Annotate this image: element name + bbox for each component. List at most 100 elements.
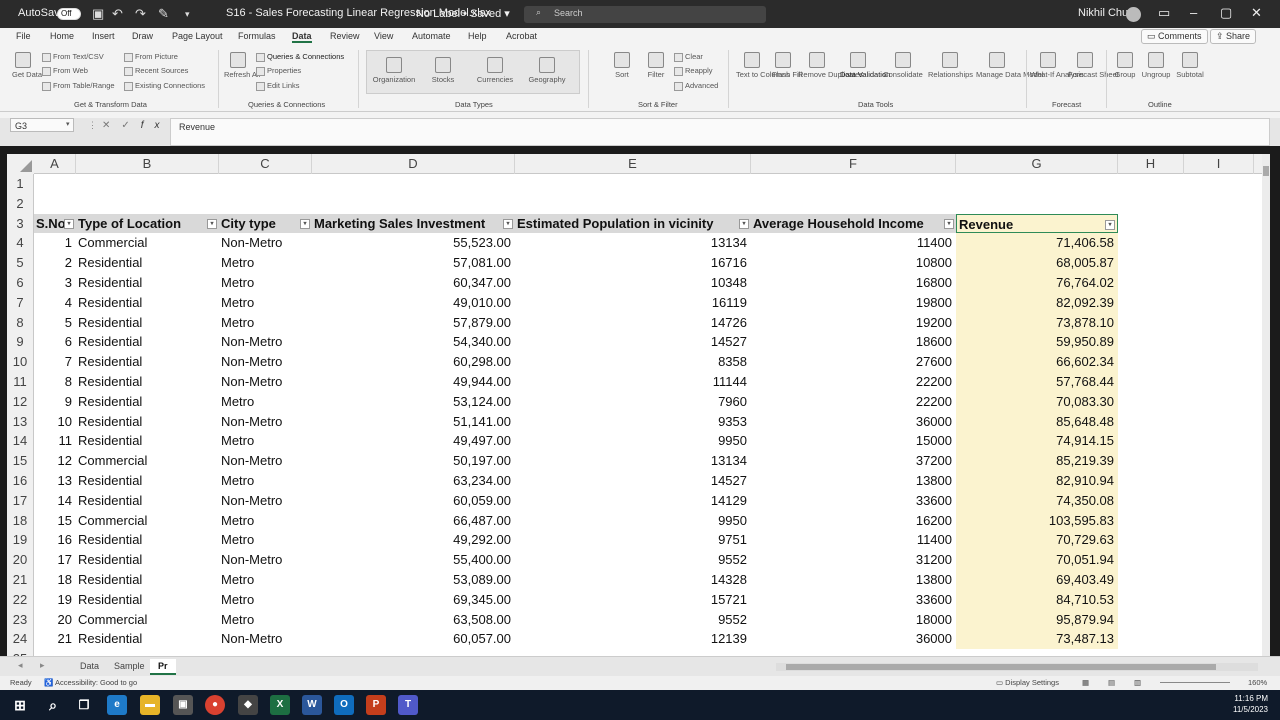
row-header[interactable]: 1 [7, 174, 33, 194]
table-cell[interactable]: Non-Metro [219, 352, 312, 372]
tab-file[interactable]: File [16, 31, 31, 41]
powerpoint-icon[interactable]: P [366, 695, 386, 715]
table-cell[interactable]: 7960 [515, 392, 751, 412]
label-status[interactable]: No Label • Saved [416, 8, 501, 20]
task-view-icon[interactable]: ❐ [74, 695, 94, 715]
normal-view-icon[interactable]: ▦ [1082, 678, 1089, 687]
table-cell[interactable]: 59,950.89 [956, 332, 1118, 353]
table-cell[interactable]: 36000 [751, 629, 956, 649]
table-cell[interactable]: Residential [76, 471, 219, 491]
queries-connections-button[interactable]: Queries & Connections [256, 52, 344, 62]
table-header-cell[interactable]: Average Household Income ▾ [751, 213, 956, 234]
table-cell[interactable]: 22200 [751, 392, 956, 412]
table-cell[interactable]: Metro [219, 570, 312, 590]
accessibility-status[interactable]: ♿ Accessibility: Good to go [44, 678, 137, 687]
consolidate-button[interactable]: Consolidate [882, 52, 924, 79]
teams-icon[interactable]: T [398, 695, 418, 715]
format-painter-icon[interactable]: ✎ [158, 6, 169, 22]
table-cell[interactable]: 9950 [515, 511, 751, 531]
table-cell[interactable]: Commercial [76, 451, 219, 471]
advanced-button[interactable]: Advanced [674, 81, 718, 91]
stocks-type[interactable]: Stocks [423, 57, 463, 84]
sheet-tab-data[interactable]: Data [72, 659, 107, 675]
tab-insert[interactable]: Insert [92, 31, 115, 41]
save-icon[interactable]: ▣ [92, 6, 104, 22]
table-cell[interactable]: 14726 [515, 313, 751, 333]
row-header[interactable]: 2 [7, 194, 33, 214]
tab-acrobat[interactable]: Acrobat [506, 31, 537, 41]
table-cell[interactable]: 57,768.44 [956, 371, 1118, 392]
vertical-scroll-thumb[interactable] [1263, 166, 1269, 176]
row-header[interactable]: 3 [7, 214, 33, 234]
data-validation-button[interactable]: Data Validation [840, 52, 890, 79]
table-cell[interactable]: 63,508.00 [312, 610, 515, 630]
table-cell[interactable]: 60,057.00 [312, 629, 515, 649]
enter-icon[interactable]: ✓ [121, 120, 140, 131]
table-cell[interactable]: 71,406.58 [956, 233, 1118, 254]
worksheet-grid[interactable]: ABCDEFGHI 1 2 3 4 5 6 7 8 9 10 11 12 13 14 15 16 17 18 19 2… [7, 154, 1269, 656]
table-header-cell[interactable]: Estimated Population in vicinity ▾ [515, 213, 751, 234]
table-cell[interactable]: 10 [34, 412, 76, 432]
table-cell[interactable]: 18000 [751, 610, 956, 630]
table-cell[interactable]: 82,092.39 [956, 292, 1118, 313]
organization-type[interactable]: Organization [371, 57, 417, 84]
cancel-icon[interactable]: ✕ [102, 120, 121, 131]
table-cell[interactable]: 15721 [515, 590, 751, 610]
column-header-c[interactable]: C [219, 154, 312, 174]
table-cell[interactable]: Residential [76, 253, 219, 273]
table-cell[interactable]: Non-Metro [219, 412, 312, 432]
table-cell[interactable]: Residential [76, 313, 219, 333]
table-cell[interactable]: Non-Metro [219, 550, 312, 570]
table-header-cell[interactable]: City type ▾ [219, 213, 312, 234]
table-cell[interactable]: 60,298.00 [312, 352, 515, 372]
table-cell[interactable]: 22200 [751, 372, 956, 392]
table-cell[interactable]: 7 [34, 352, 76, 372]
row-header[interactable]: 4 [7, 233, 33, 253]
zoom-slider[interactable] [1160, 682, 1230, 683]
table-cell[interactable]: 85,648.48 [956, 411, 1118, 432]
outlook-icon[interactable]: O [334, 695, 354, 715]
table-cell[interactable]: 49,497.00 [312, 431, 515, 451]
zoom-level[interactable]: 160% [1248, 678, 1267, 687]
vertical-scrollbar[interactable] [1262, 154, 1270, 656]
table-cell[interactable]: 1 [34, 233, 76, 253]
row-header[interactable]: 21 [7, 570, 33, 590]
table-cell[interactable]: 13 [34, 471, 76, 491]
row-header[interactable]: 19 [7, 530, 33, 550]
table-cell[interactable]: 8 [34, 372, 76, 392]
from-web-button[interactable]: From Web [42, 66, 88, 76]
table-cell[interactable]: 14527 [515, 471, 751, 491]
page-break-view-icon[interactable]: ▥ [1134, 678, 1141, 687]
table-cell[interactable]: 57,879.00 [312, 313, 515, 333]
remove-duplicates-button[interactable]: Remove Duplicates [798, 52, 863, 79]
chrome-icon[interactable]: ● [205, 695, 225, 715]
table-cell[interactable]: 14328 [515, 570, 751, 590]
table-cell[interactable]: 53,089.00 [312, 570, 515, 590]
table-cell[interactable]: 53,124.00 [312, 392, 515, 412]
windows-start-icon[interactable]: ⊞ [10, 695, 30, 715]
undo-icon[interactable]: ↶ [112, 6, 123, 22]
table-cell[interactable]: 85,219.39 [956, 451, 1118, 471]
column-header-d[interactable]: D [312, 154, 515, 174]
row-header[interactable]: 8 [7, 313, 33, 333]
filter-button[interactable]: Filter [644, 52, 668, 79]
from-picture-button[interactable]: From Picture [124, 52, 178, 62]
row-header[interactable]: 22 [7, 590, 33, 610]
table-cell[interactable]: Residential [76, 332, 219, 352]
table-cell[interactable]: 49,292.00 [312, 530, 515, 550]
row-header[interactable]: 17 [7, 491, 33, 511]
from-text-button[interactable]: From Text/CSV [42, 52, 104, 62]
table-cell[interactable]: 8358 [515, 352, 751, 372]
table-cell[interactable]: 14129 [515, 491, 751, 511]
table-cell[interactable]: 3 [34, 273, 76, 293]
column-header-b[interactable]: B [76, 154, 219, 174]
share-button[interactable]: ⇪ Share [1210, 29, 1257, 44]
table-cell[interactable]: Metro [219, 590, 312, 610]
existing-connections-button[interactable]: Existing Connections [124, 81, 205, 91]
autosave-toggle[interactable]: Off [57, 8, 81, 21]
table-cell[interactable]: 55,400.00 [312, 550, 515, 570]
table-cell[interactable]: 10800 [751, 253, 956, 273]
filter-dropdown-icon[interactable]: ▾ [503, 218, 513, 229]
table-cell[interactable]: 5 [34, 313, 76, 333]
table-cell[interactable]: Residential [76, 392, 219, 412]
